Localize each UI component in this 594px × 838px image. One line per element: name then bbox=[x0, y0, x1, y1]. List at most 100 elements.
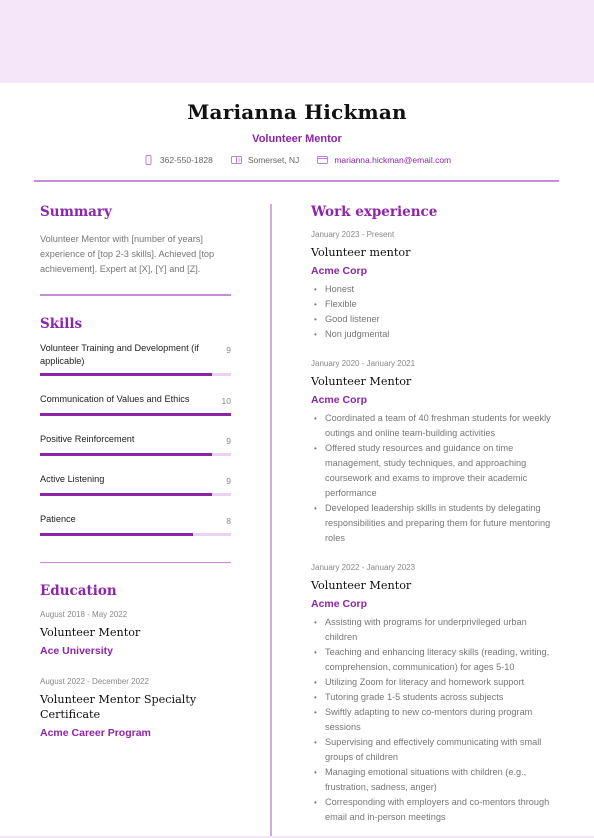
skill-bar-fill bbox=[40, 452, 212, 456]
work-bullet: Coordinated a team of 40 freshman studen… bbox=[311, 411, 561, 441]
education-list: August 2018 - May 2022 Volunteer Mentor Ac… bbox=[40, 610, 231, 739]
education-title-text: Volunteer Mentor bbox=[40, 626, 141, 639]
work-bullet: Managing emotional situations with child… bbox=[311, 765, 561, 795]
skill-name: Patience bbox=[40, 513, 76, 524]
contact-info: 362-550-1828 Somerset, NJ marianna.hickm… bbox=[0, 155, 594, 165]
skill-bar-fill bbox=[40, 372, 212, 376]
location-text: Somerset, NJ bbox=[247, 155, 300, 165]
education-institution: Ace University bbox=[40, 645, 113, 657]
skill-bar-fill bbox=[40, 532, 193, 536]
work-entry: January 2020 - January 2021 Volunteer Men… bbox=[311, 359, 561, 546]
candidate-name: Marianna Hickman bbox=[187, 100, 407, 124]
skill-row: Patience 8 bbox=[40, 513, 231, 528]
skill-row: Communication of Values and Ethics 10 bbox=[40, 393, 231, 408]
skill-value: 9 bbox=[226, 475, 231, 486]
contact-location: Somerset, NJ bbox=[230, 155, 300, 165]
skill-item: Positive Reinforcement 9 bbox=[40, 433, 231, 456]
work-bullet: Tutoring grade 1-5 students across subje… bbox=[311, 690, 561, 705]
skills-divider bbox=[40, 561, 231, 563]
skill-item: Communication of Values and Ethics 10 bbox=[40, 393, 231, 416]
skill-bar-track bbox=[40, 532, 231, 536]
summary-divider bbox=[40, 294, 231, 296]
contact-email[interactable]: marianna.hickman@email.com bbox=[317, 155, 451, 165]
skill-name: Volunteer Training and Development (if a… bbox=[40, 342, 199, 366]
work-bullet: Honest bbox=[311, 282, 561, 297]
work-bullet: Non judgmental bbox=[311, 327, 561, 342]
work-bullets: Coordinated a team of 40 freshman studen… bbox=[311, 411, 561, 546]
skill-name: Positive Reinforcement bbox=[40, 433, 135, 444]
skill-bar-track bbox=[40, 372, 231, 376]
candidate-role: Volunteer Mentor bbox=[252, 133, 342, 145]
work-entry: January 2023 - Present Volunteer mentor Ac… bbox=[311, 230, 561, 342]
skills-section: Skills Volunteer Training and Developmen… bbox=[40, 315, 231, 563]
skill-name: Active Listening bbox=[40, 473, 105, 484]
work-title: Work experience bbox=[311, 204, 438, 220]
work-bullet: Developed leadership skills in students … bbox=[311, 501, 561, 546]
work-title-text: Volunteer mentor bbox=[311, 246, 411, 259]
resume-header: Marianna Hickman Volunteer Mentor 362-55… bbox=[0, 83, 594, 165]
work-bullets: HonestFlexibleGood listenerNon judgmenta… bbox=[311, 282, 561, 342]
education-section: Education August 2018 - May 2022 Voluntee… bbox=[40, 583, 231, 739]
skill-item: Patience 8 bbox=[40, 513, 231, 536]
skill-row: Positive Reinforcement 9 bbox=[40, 433, 231, 448]
skill-row: Volunteer Training and Development (if a… bbox=[40, 342, 231, 368]
skills-title: Skills bbox=[40, 315, 83, 332]
skill-bar-track bbox=[40, 452, 231, 456]
skill-item: Active Listening 9 bbox=[40, 473, 231, 496]
skills-list: Volunteer Training and Development (if a… bbox=[40, 342, 231, 536]
work-title-text: Volunteer Mentor bbox=[311, 579, 412, 592]
education-title-text: Volunteer Mentor Specialty Certificate bbox=[40, 693, 197, 721]
work-bullet: Utilizing Zoom for literacy and homework… bbox=[311, 675, 561, 690]
work-company: Acme Corp bbox=[311, 598, 368, 610]
education-entry: August 2022 - December 2022 Volunteer Men… bbox=[40, 677, 231, 739]
right-column: Work experience January 2023 - Present Vo… bbox=[311, 204, 561, 825]
phone-text: 362-550-1828 bbox=[159, 155, 213, 165]
skill-item: Volunteer Training and Development (if a… bbox=[40, 342, 231, 376]
skill-row: Active Listening 9 bbox=[40, 473, 231, 488]
work-bullet: Good listener bbox=[311, 312, 561, 327]
column-divider bbox=[270, 204, 272, 838]
work-section: Work experience January 2023 - Present Vo… bbox=[311, 204, 561, 825]
education-institution: Acme Career Program bbox=[40, 727, 151, 739]
work-bullet: Corresponding with employers and co-ment… bbox=[311, 795, 561, 825]
work-bullet: Teaching and enhancing literacy skills (… bbox=[311, 645, 561, 675]
header-divider bbox=[34, 180, 559, 182]
work-bullet: Flexible bbox=[311, 297, 561, 312]
left-column: Summary Volunteer Mentor with [number of… bbox=[40, 204, 231, 739]
summary-section: Summary Volunteer Mentor with [number of… bbox=[40, 204, 231, 296]
work-company: Acme Corp bbox=[311, 394, 368, 406]
work-bullet: Offered study resources and guidance on … bbox=[311, 441, 561, 501]
envelope-icon bbox=[317, 156, 329, 164]
contact-phone: 362-550-1828 bbox=[143, 155, 213, 165]
work-date: January 2022 - January 2023 bbox=[311, 563, 416, 572]
skill-name: Communication of Values and Ethics bbox=[40, 393, 190, 404]
work-list: January 2023 - Present Volunteer mentor Ac… bbox=[311, 230, 561, 825]
education-date: August 2022 - December 2022 bbox=[40, 677, 149, 686]
location-card-icon bbox=[230, 156, 242, 164]
header-band bbox=[0, 0, 594, 83]
work-date: January 2023 - Present bbox=[311, 230, 395, 239]
education-date: August 2018 - May 2022 bbox=[40, 610, 128, 619]
skill-bar-fill bbox=[40, 412, 231, 416]
phone-icon bbox=[145, 155, 152, 165]
skill-bar-track bbox=[40, 412, 231, 416]
work-bullet: Supervising and effectively communicatin… bbox=[311, 735, 561, 765]
skill-bar-fill bbox=[40, 492, 212, 496]
summary-text: Volunteer Mentor with [number of years] … bbox=[40, 234, 215, 274]
work-title-text: Volunteer Mentor bbox=[311, 375, 412, 388]
education-title: Education bbox=[40, 583, 117, 599]
summary-title: Summary bbox=[40, 204, 112, 220]
work-bullets: Assisting with programs for underprivile… bbox=[311, 615, 561, 825]
skill-value: 10 bbox=[221, 395, 231, 406]
skill-bar-track bbox=[40, 492, 231, 496]
work-entry: January 2022 - January 2023 Volunteer Men… bbox=[311, 563, 561, 825]
education-entry: August 2018 - May 2022 Volunteer Mentor Ac… bbox=[40, 610, 231, 657]
email-link[interactable]: marianna.hickman@email.com bbox=[334, 155, 451, 165]
skill-value: 9 bbox=[226, 435, 231, 446]
skill-value: 9 bbox=[226, 344, 231, 355]
work-date: January 2020 - January 2021 bbox=[311, 359, 416, 368]
work-bullet: Swiftly adapting to new co-mentors durin… bbox=[311, 705, 561, 735]
work-bullet: Assisting with programs for underprivile… bbox=[311, 615, 561, 645]
work-company: Acme Corp bbox=[311, 265, 368, 277]
skill-value: 8 bbox=[226, 515, 231, 526]
